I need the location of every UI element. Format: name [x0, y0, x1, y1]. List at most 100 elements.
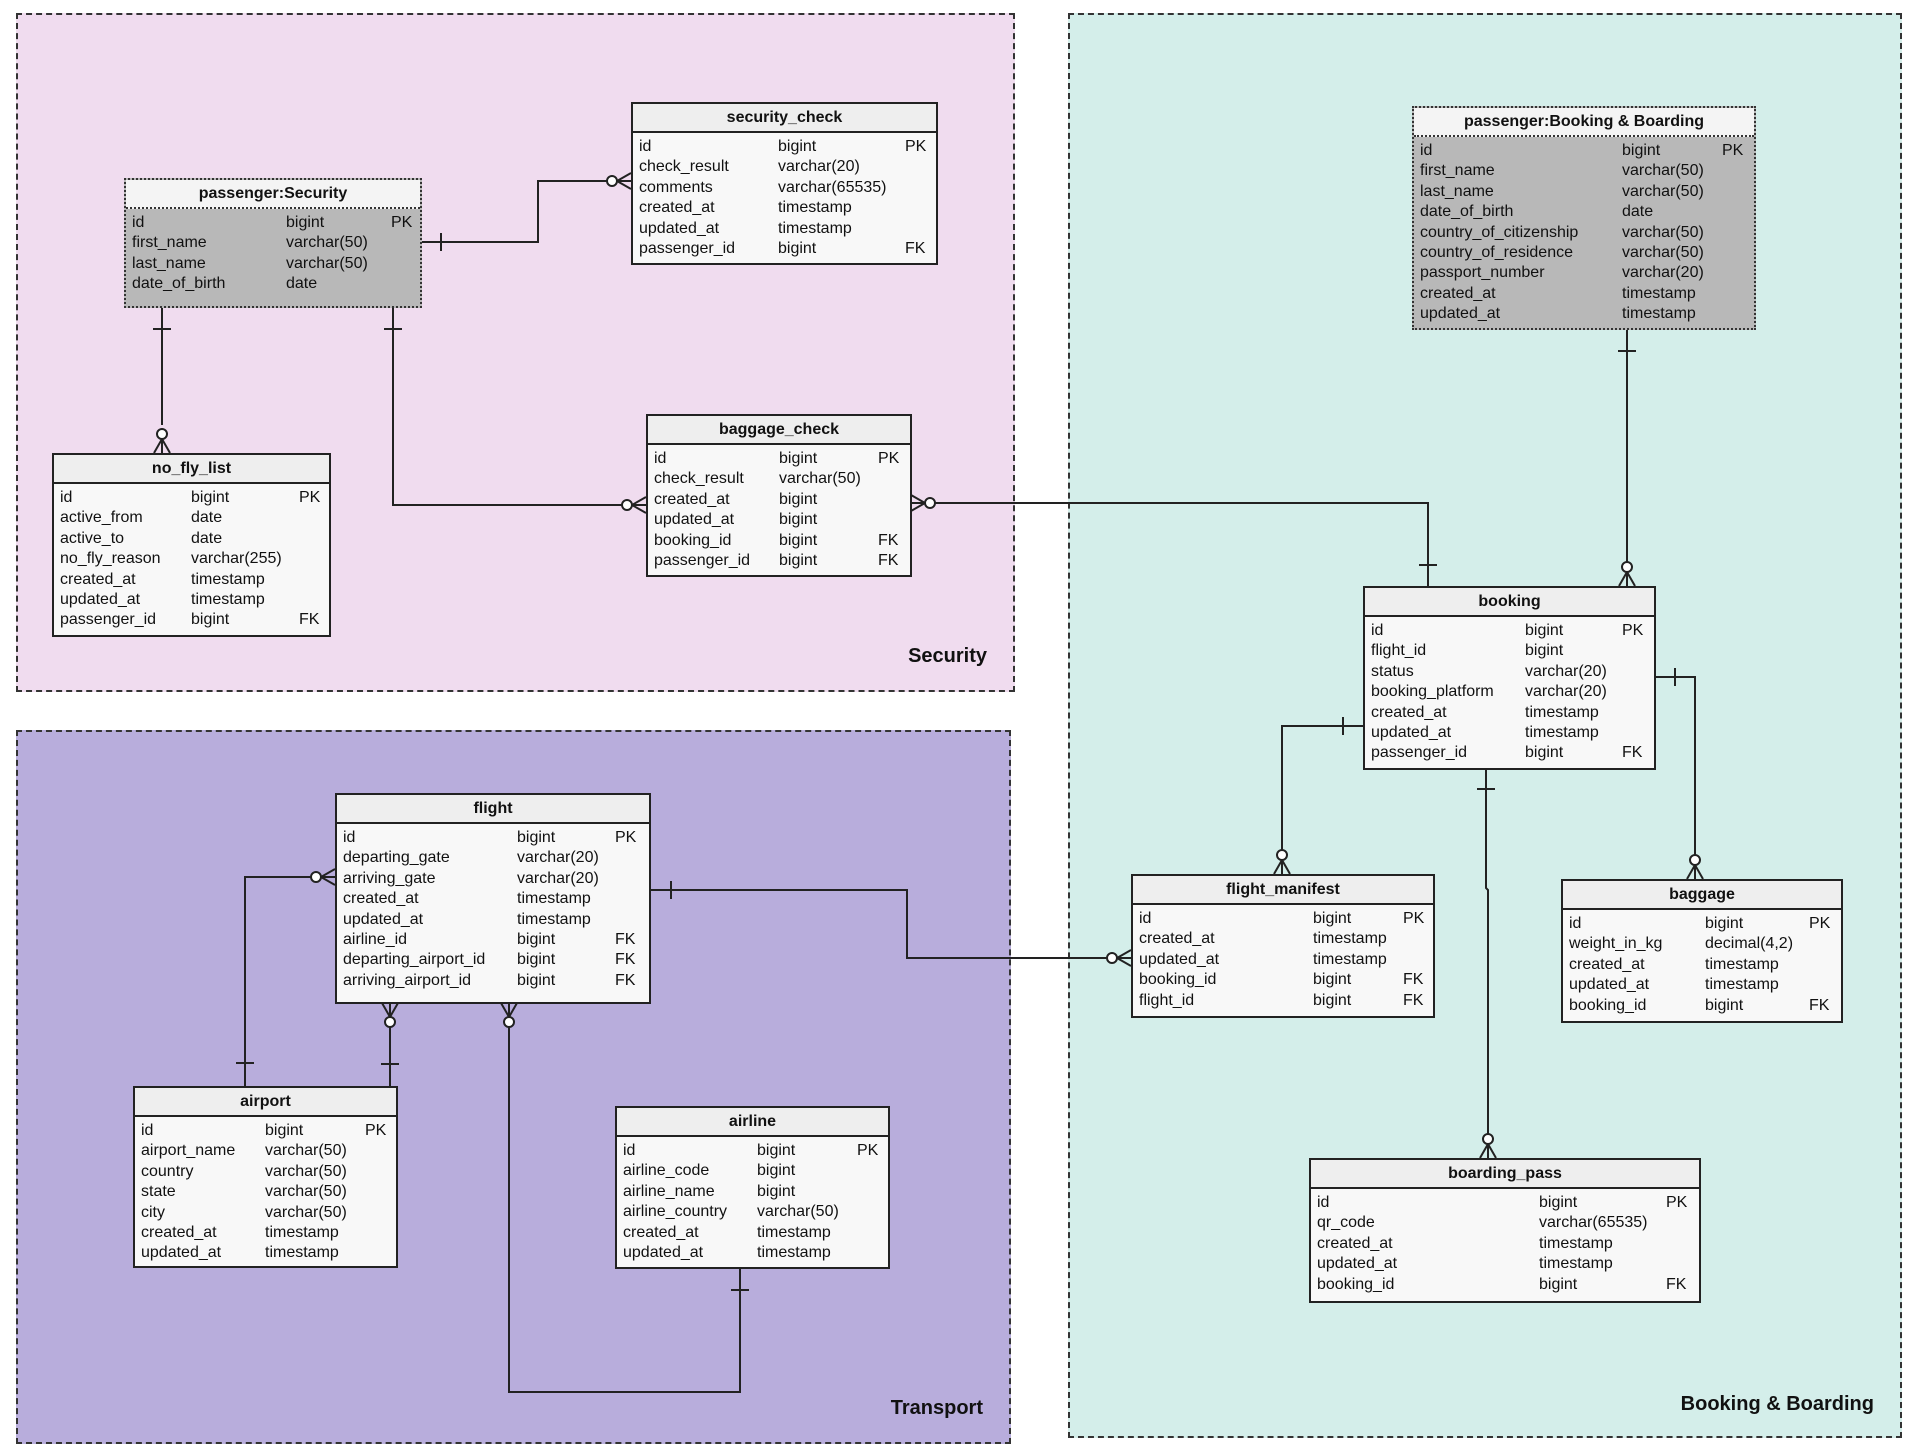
column-row[interactable]: updated_at timestamp	[337, 910, 649, 930]
entity-booking[interactable]: booking id bigint PK flight_id bigint status va…	[1363, 586, 1656, 770]
column-row[interactable]: updated_at timestamp	[54, 590, 329, 610]
column-row[interactable]: updated_at bigint	[648, 510, 910, 530]
column-row[interactable]: updated_at timestamp	[1365, 723, 1654, 743]
column-row[interactable]: airline_country varchar(50)	[617, 1202, 888, 1222]
column-name: created_at	[1317, 1234, 1393, 1252]
column-row[interactable]: passenger_id bigint FK	[648, 551, 910, 571]
column-row[interactable]: last_name varchar(50)	[1414, 182, 1754, 202]
column-row[interactable]: no_fly_reason varchar(255)	[54, 549, 329, 569]
column-row[interactable]: active_from date	[54, 508, 329, 528]
column-row[interactable]: country_of_residence varchar(50)	[1414, 243, 1754, 263]
column-row[interactable]: booking_id bigint FK	[1563, 996, 1841, 1016]
entity-baggage[interactable]: baggage id bigint PK weight_in_kg decimal(4,2…	[1561, 879, 1843, 1023]
column-row[interactable]: updated_at timestamp	[617, 1243, 888, 1263]
column-row[interactable]: booking_id bigint FK	[1133, 970, 1433, 990]
column-row[interactable]: passenger_id bigint FK	[1365, 743, 1654, 763]
column-row[interactable]: updated_at timestamp	[1414, 304, 1754, 324]
column-row[interactable]: created_at timestamp	[1414, 284, 1754, 304]
column-row[interactable]: flight_id bigint	[1365, 641, 1654, 661]
column-row[interactable]: updated_at timestamp	[1311, 1254, 1699, 1274]
column-name: created_at	[1420, 284, 1496, 302]
column-row[interactable]: id bigint PK	[633, 137, 936, 157]
column-type: timestamp	[265, 1223, 339, 1241]
column-type: varchar(50)	[779, 470, 861, 488]
column-row[interactable]: updated_at timestamp	[1563, 975, 1841, 995]
column-row[interactable]: id bigint PK	[54, 488, 329, 508]
column-row[interactable]: last_name varchar(50)	[126, 254, 420, 274]
column-row[interactable]: airline_id bigint FK	[337, 930, 649, 950]
column-row[interactable]: id bigint PK	[648, 449, 910, 469]
column-row[interactable]: passport_number varchar(20)	[1414, 263, 1754, 283]
column-row[interactable]: id bigint PK	[126, 213, 420, 233]
column-row[interactable]: flight_id bigint FK	[1133, 991, 1433, 1011]
column-type: timestamp	[517, 910, 591, 928]
entity-airline[interactable]: airline id bigint PK airline_code bigint airli…	[615, 1106, 890, 1269]
column-row[interactable]: comments varchar(65535)	[633, 178, 936, 198]
column-list: id bigint PK weight_in_kg decimal(4,2) create…	[1563, 910, 1841, 1016]
column-row[interactable]: created_at bigint	[648, 490, 910, 510]
column-row[interactable]: airport_name varchar(50)	[135, 1141, 396, 1161]
column-row[interactable]: airline_code bigint	[617, 1161, 888, 1181]
column-row[interactable]: id bigint PK	[1414, 141, 1754, 161]
column-row[interactable]: weight_in_kg decimal(4,2)	[1563, 934, 1841, 954]
entity-boarding-pass[interactable]: boarding_pass id bigint PK qr_code varchar(65…	[1309, 1158, 1701, 1303]
column-row[interactable]: date_of_birth date	[1414, 202, 1754, 222]
column-row[interactable]: id bigint PK	[617, 1141, 888, 1161]
column-row[interactable]: created_at timestamp	[617, 1223, 888, 1243]
column-key: PK	[1622, 622, 1644, 639]
column-row[interactable]: created_at timestamp	[633, 198, 936, 218]
column-row[interactable]: created_at timestamp	[1365, 703, 1654, 723]
column-key: PK	[1722, 142, 1744, 159]
column-row[interactable]: updated_at timestamp	[135, 1243, 396, 1263]
column-row[interactable]: state varchar(50)	[135, 1182, 396, 1202]
column-row[interactable]: status varchar(20)	[1365, 662, 1654, 682]
entity-title: flight_manifest	[1133, 876, 1433, 905]
entity-airport[interactable]: airport id bigint PK airport_name varchar(50)…	[133, 1086, 398, 1268]
column-key: PK	[857, 1142, 879, 1159]
column-row[interactable]: booking_id bigint FK	[648, 531, 910, 551]
entity-flight[interactable]: flight id bigint PK departing_gate varchar(20…	[335, 793, 651, 1004]
column-row[interactable]: city varchar(50)	[135, 1203, 396, 1223]
column-row[interactable]: created_at timestamp	[1563, 955, 1841, 975]
column-row[interactable]: qr_code varchar(65535)	[1311, 1213, 1699, 1233]
column-row[interactable]: updated_at timestamp	[1133, 950, 1433, 970]
column-row[interactable]: id bigint PK	[337, 828, 649, 848]
column-row[interactable]: booking_id bigint FK	[1311, 1275, 1699, 1295]
column-row[interactable]: departing_gate varchar(20)	[337, 848, 649, 868]
column-row[interactable]: check_result varchar(50)	[648, 469, 910, 489]
column-row[interactable]: id bigint PK	[1563, 914, 1841, 934]
column-row[interactable]: country varchar(50)	[135, 1162, 396, 1182]
entity-flight-manifest[interactable]: flight_manifest id bigint PK created_at times…	[1131, 874, 1435, 1018]
column-name: state	[141, 1183, 176, 1201]
column-row[interactable]: id bigint PK	[1311, 1193, 1699, 1213]
column-row[interactable]: updated_at timestamp	[633, 219, 936, 239]
entity-baggage-check[interactable]: baggage_check id bigint PK check_result varch…	[646, 414, 912, 577]
column-row[interactable]: id bigint PK	[1133, 909, 1433, 929]
column-row[interactable]: airline_name bigint	[617, 1182, 888, 1202]
column-row[interactable]: id bigint PK	[1365, 621, 1654, 641]
column-row[interactable]: created_at timestamp	[54, 570, 329, 590]
column-row[interactable]: check_result varchar(20)	[633, 157, 936, 177]
entity-passenger-security[interactable]: passenger:Security id bigint PK first_name va…	[124, 178, 422, 308]
column-name: country_of_residence	[1420, 243, 1573, 261]
column-row[interactable]: arriving_gate varchar(20)	[337, 869, 649, 889]
column-row[interactable]: created_at timestamp	[135, 1223, 396, 1243]
entity-security-check[interactable]: security_check id bigint PK check_result varc…	[631, 102, 938, 265]
column-row[interactable]: arriving_airport_id bigint FK	[337, 971, 649, 991]
column-row[interactable]: created_at timestamp	[337, 889, 649, 909]
column-row[interactable]: booking_platform varchar(20)	[1365, 682, 1654, 702]
column-row[interactable]: id bigint PK	[135, 1121, 396, 1141]
column-row[interactable]: first_name varchar(50)	[126, 233, 420, 253]
column-type: bigint	[757, 1142, 796, 1159]
column-row[interactable]: passenger_id bigint FK	[54, 610, 329, 630]
column-row[interactable]: passenger_id bigint FK	[633, 239, 936, 259]
column-row[interactable]: first_name varchar(50)	[1414, 161, 1754, 181]
column-row[interactable]: created_at timestamp	[1311, 1234, 1699, 1254]
column-row[interactable]: country_of_citizenship varchar(50)	[1414, 223, 1754, 243]
column-row[interactable]: departing_airport_id bigint FK	[337, 950, 649, 970]
column-row[interactable]: active_to date	[54, 529, 329, 549]
entity-passenger-booking-boarding[interactable]: passenger:Booking & Boarding id bigint PK fi…	[1412, 106, 1756, 330]
column-row[interactable]: created_at timestamp	[1133, 929, 1433, 949]
entity-no-fly-list[interactable]: no_fly_list id bigint PK active_from date acti…	[52, 453, 331, 637]
column-row[interactable]: date_of_birth date	[126, 274, 420, 294]
